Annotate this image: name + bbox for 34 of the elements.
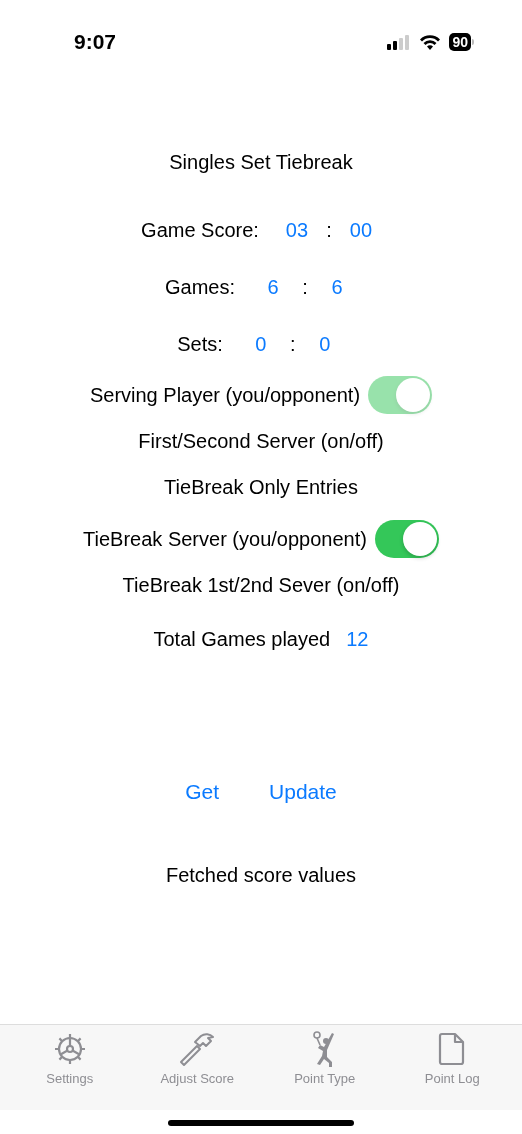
gear-icon [52, 1031, 87, 1067]
score-value[interactable]: 0 [240, 332, 281, 356]
status-message: Fetched score values [165, 864, 357, 887]
score-label: Game Score: [141, 218, 259, 242]
signal-icon [387, 34, 412, 50]
score-value[interactable]: 03 [276, 218, 317, 242]
screen-title: Singles Set Tiebreak [169, 151, 353, 175]
setting-label: TieBreak Only Entries [164, 475, 358, 499]
setting-label: First/Second Server (on/off) [138, 429, 384, 453]
score-separator: : [325, 218, 333, 242]
tab-item[interactable]: Point Log [397, 1031, 508, 1110]
setting-label: Serving Player (you/opponent) [89, 383, 361, 407]
status-time: 9:07 [74, 30, 117, 54]
setting-label: TieBreak 1st/2nd Sever (on/off) [122, 573, 400, 597]
text-button[interactable]: Update [269, 780, 337, 804]
tab-item[interactable]: Settings [14, 1031, 125, 1110]
total-value: 12 [346, 627, 369, 651]
score-separator: : [289, 332, 297, 356]
score-label: Games: [165, 275, 235, 299]
score-value[interactable]: 00 [340, 218, 381, 242]
setting-label: TieBreak Server (you/opponent) [83, 527, 367, 551]
score-value[interactable]: 0 [304, 332, 345, 356]
total-label: Total Games played [153, 627, 331, 651]
wifi-icon [419, 34, 442, 50]
battery-level: 90 [449, 33, 471, 51]
toggle-switch[interactable] [374, 520, 439, 558]
score-separator: : [301, 275, 309, 299]
tab-item[interactable]: Adjust Score [142, 1031, 253, 1110]
score-value[interactable]: 6 [317, 275, 357, 299]
score-value[interactable]: 6 [253, 275, 293, 299]
tab-item[interactable]: Point Type [269, 1031, 380, 1110]
text-button[interactable]: Get [185, 780, 220, 804]
document-icon [438, 1031, 467, 1067]
score-label: Sets: [177, 332, 223, 356]
